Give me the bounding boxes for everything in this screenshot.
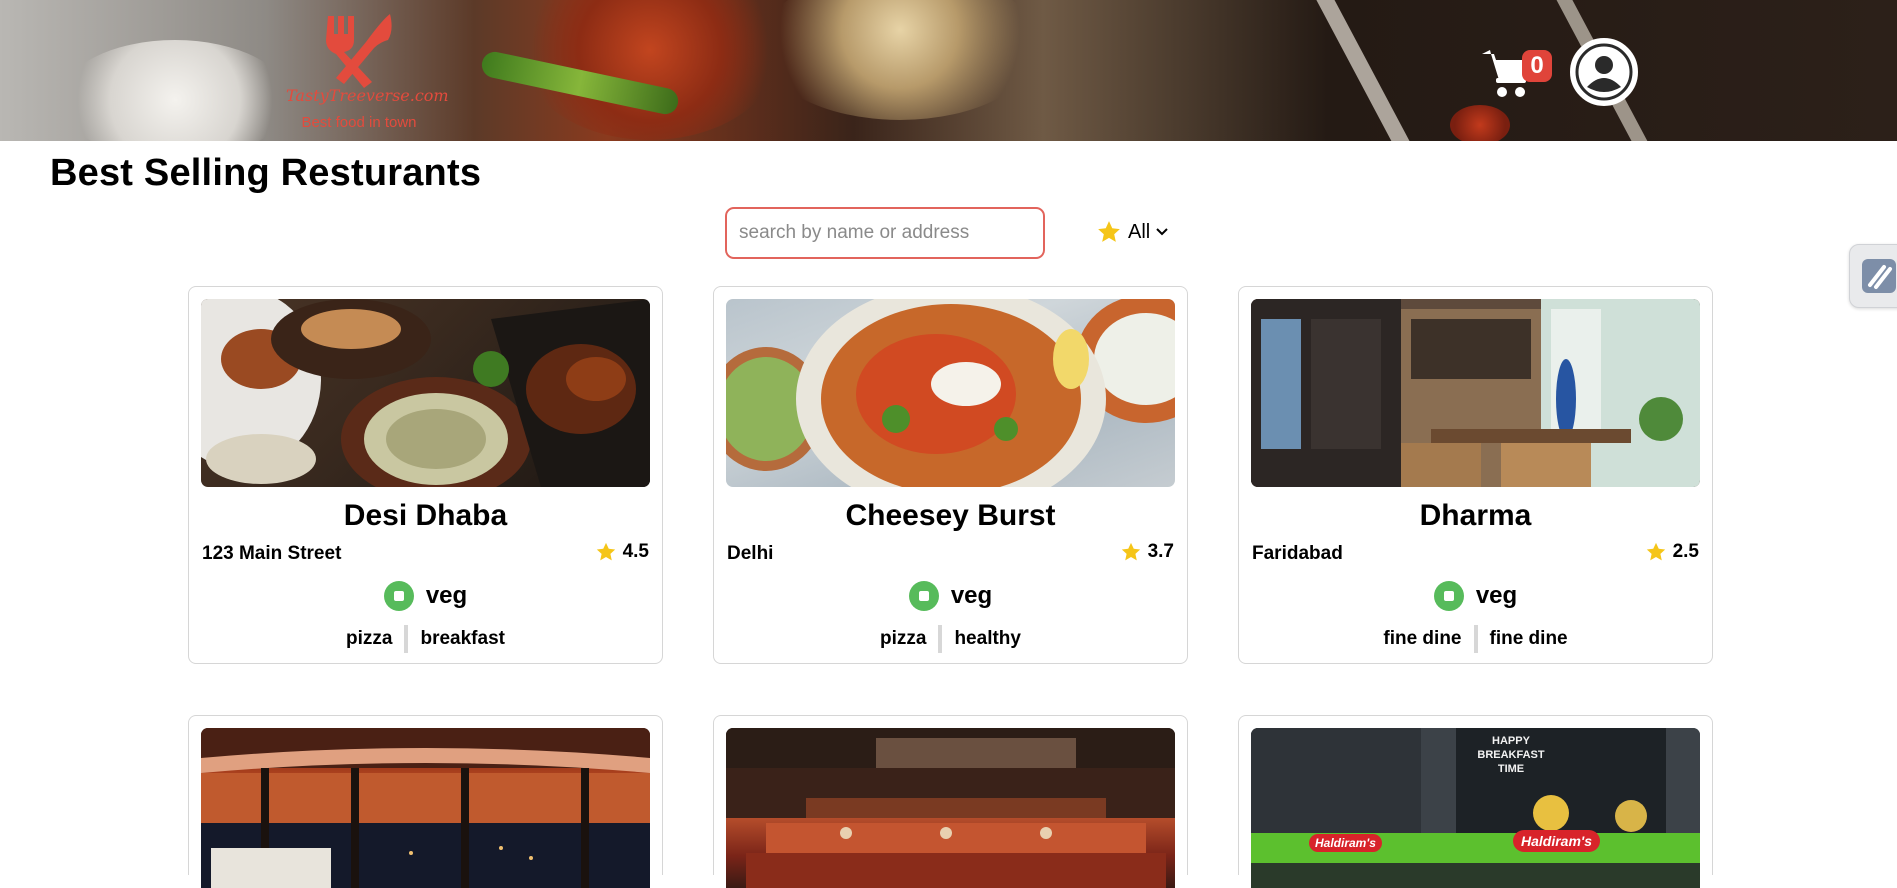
diet-label: veg [1475, 582, 1518, 609]
diet-indicator: veg [1239, 581, 1712, 611]
storefront-logo: Haldiram's [1309, 834, 1382, 852]
interior-photo-art [1251, 299, 1700, 487]
storefront-logo: Haldiram's [1513, 830, 1601, 852]
restaurant-name: Dharma [1419, 499, 1532, 532]
side-extension-widget[interactable] [1849, 244, 1897, 308]
cuisine-tags: fine dine fine dine [1239, 625, 1712, 653]
restaurant-address: 123 Main Street [202, 543, 342, 564]
cart-count-badge: 0 [1522, 50, 1552, 82]
cuisine-tag: fine dine [1489, 628, 1568, 649]
star-icon [1098, 221, 1120, 242]
rating-filter-label: All [1128, 220, 1151, 243]
user-avatar-icon [1573, 41, 1635, 103]
profile-button[interactable] [1570, 38, 1638, 106]
restaurant-address: Faridabad [1252, 543, 1343, 564]
skyline-dining-photo-art [201, 728, 650, 888]
veg-icon [1433, 581, 1464, 611]
tag-divider [404, 625, 409, 653]
restaurant-address: Delhi [727, 543, 774, 564]
logo-brand-text: TastyTreeverse.com [286, 86, 449, 105]
restaurant-card[interactable]: Dharma Faridabad 2.5 veg fine dine fine … [1238, 286, 1713, 664]
tag-divider [938, 625, 943, 653]
food-photo-art [201, 299, 650, 487]
restaurant-card[interactable]: Cheesey Burst Delhi 3.7 veg pizza health… [713, 286, 1188, 664]
logo-tagline: Best food in town [301, 114, 417, 131]
restaurant-photo [1251, 299, 1700, 487]
restaurant-card[interactable]: Desi Dhaba 123 Main Street 4.5 veg pizza… [188, 286, 663, 664]
page-title: Best Selling Resturants [50, 152, 482, 194]
cuisine-tag: healthy [954, 628, 1021, 649]
restaurant-card[interactable]: HAPPY BREAKFAST TIME Haldiram's Haldiram… [1238, 715, 1713, 888]
star-icon [1646, 542, 1665, 561]
restaurant-rating: 2.5 [1645, 541, 1699, 563]
restaurant-card[interactable] [713, 715, 1188, 888]
restaurant-photo [201, 299, 650, 487]
star-icon [596, 542, 615, 561]
header-banner: TastyTreeverse.com Best food in town 0 [0, 0, 1897, 141]
cuisine-tags: pizza breakfast [189, 625, 662, 653]
site-logo[interactable]: TastyTreeverse.com Best food in town [286, 10, 449, 134]
restaurant-rating: 3.7 [1120, 541, 1174, 563]
restaurant-photo [726, 728, 1175, 888]
restaurant-photo [201, 728, 650, 888]
banner-tomato [1450, 105, 1510, 141]
restaurant-name: Desi Dhaba [343, 499, 508, 532]
banner-chopstick [1313, 0, 1423, 141]
veg-icon [908, 581, 939, 611]
diet-indicator: veg [189, 581, 662, 611]
rating-value: 3.7 [1147, 541, 1174, 562]
cuisine-tags: pizza healthy [714, 625, 1187, 653]
search-input[interactable] [725, 207, 1045, 259]
star-icon [1121, 542, 1140, 561]
diet-label: veg [950, 582, 993, 609]
restaurant-card[interactable] [188, 715, 663, 888]
banner-plate [60, 40, 290, 141]
rating-filter-dropdown[interactable]: All [1096, 216, 1168, 248]
diet-indicator: veg [714, 581, 1187, 611]
chevron-down-icon [1156, 228, 1168, 236]
restaurant-photo: HAPPY BREAKFAST TIME Haldiram's Haldiram… [1251, 728, 1700, 888]
restaurant-name: Cheesey Burst [845, 499, 1056, 532]
food-photo-art [726, 299, 1175, 487]
rating-value: 4.5 [622, 541, 649, 562]
tag-divider [1473, 625, 1478, 653]
dining-hall-photo-art [726, 728, 1175, 888]
signage-board-text: HAPPY BREAKFAST TIME [1477, 735, 1545, 775]
fork-knife-icon [326, 14, 392, 88]
veg-icon [383, 581, 414, 611]
cuisine-tag: breakfast [420, 628, 505, 649]
cuisine-tag: pizza [346, 628, 393, 649]
bolt-icon [1862, 259, 1896, 293]
banner-noodles [760, 0, 1040, 120]
restaurant-rating: 4.5 [595, 541, 649, 563]
rating-value: 2.5 [1672, 541, 1699, 562]
cuisine-tag: fine dine [1383, 628, 1462, 649]
cuisine-tag: pizza [880, 628, 927, 649]
restaurant-photo [726, 299, 1175, 487]
diet-label: veg [425, 582, 468, 609]
